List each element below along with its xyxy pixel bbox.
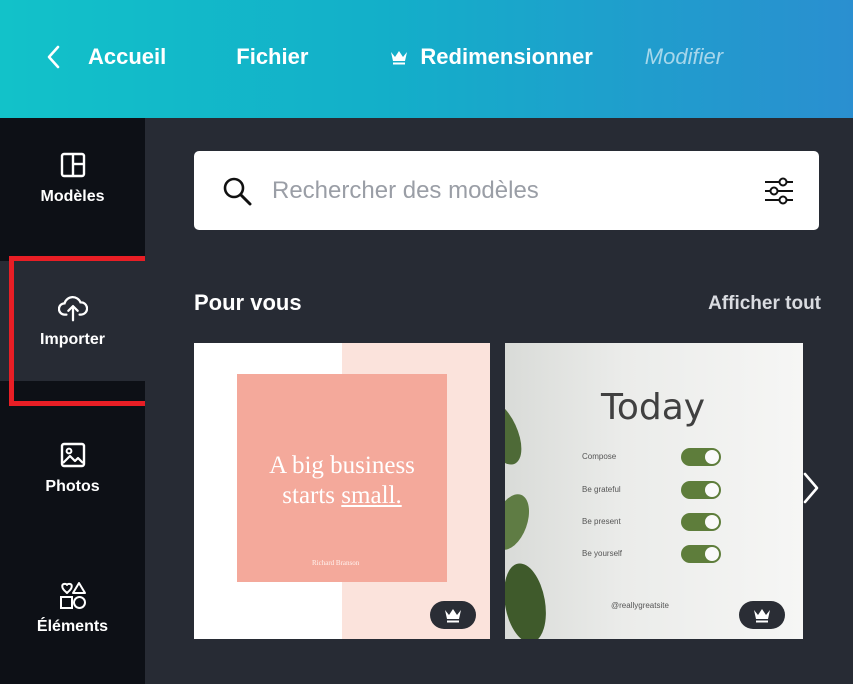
templates-panel: Pour vous Afficher tout A big business s… bbox=[145, 118, 853, 684]
premium-badge bbox=[430, 601, 476, 629]
crown-icon bbox=[390, 49, 408, 65]
resize-menu[interactable]: Redimensionner bbox=[420, 44, 592, 70]
crown-icon bbox=[754, 609, 770, 623]
section-title: Pour vous bbox=[194, 290, 302, 315]
todo-item: Be yourself bbox=[582, 549, 623, 558]
todo-toggle bbox=[681, 448, 721, 466]
todo-toggle bbox=[681, 513, 721, 531]
rail-label: Modèles bbox=[40, 188, 105, 205]
rail-item-elements[interactable]: Éléments bbox=[0, 548, 145, 668]
quote-line: starts small. bbox=[237, 481, 447, 511]
top-menu-bar: Accueil Fichier Redimensionner Modifier bbox=[0, 0, 853, 118]
card-author: Richard Branson bbox=[312, 559, 360, 567]
top-nav: Accueil Fichier Redimensionner Modifier bbox=[40, 44, 723, 70]
todo-toggle bbox=[681, 481, 721, 499]
search-icon bbox=[223, 177, 252, 205]
rail-item-templates[interactable]: Modèles bbox=[0, 118, 145, 238]
card-handle: @reallygreatsite bbox=[611, 601, 669, 610]
premium-badge bbox=[739, 601, 785, 629]
leaf-decoration bbox=[505, 560, 552, 639]
search-bar[interactable] bbox=[194, 151, 819, 230]
quote-line: A big business bbox=[269, 452, 415, 479]
edit-menu[interactable]: Modifier bbox=[645, 44, 723, 70]
shapes-icon bbox=[58, 580, 88, 610]
file-menu[interactable]: Fichier bbox=[236, 44, 308, 70]
todo-item: Be present bbox=[582, 517, 621, 526]
rail-label: Éléments bbox=[36, 618, 109, 635]
home-link[interactable]: Accueil bbox=[88, 44, 166, 70]
quote-text: starts bbox=[282, 482, 342, 509]
card-title: Today bbox=[601, 387, 706, 428]
search-input[interactable] bbox=[272, 176, 722, 205]
sliders-icon[interactable] bbox=[761, 173, 797, 209]
template-card[interactable]: A big business starts small. Richard Bra… bbox=[194, 343, 490, 639]
chevron-left-icon[interactable] bbox=[40, 44, 66, 70]
quote-underlined: small. bbox=[341, 482, 402, 509]
image-icon bbox=[58, 440, 88, 470]
todo-item: Compose bbox=[582, 452, 617, 461]
rail-label: Photos bbox=[45, 478, 100, 495]
rail-item-photos[interactable]: Photos bbox=[0, 408, 145, 528]
chevron-right-icon[interactable] bbox=[799, 468, 823, 508]
layout-icon bbox=[58, 150, 88, 180]
template-card[interactable]: Today Compose Be grateful Be present Be … bbox=[505, 343, 803, 639]
card-quote: A big business starts small. bbox=[237, 451, 447, 511]
see-all-link[interactable]: Afficher tout bbox=[708, 293, 821, 315]
leaf-decoration bbox=[505, 393, 531, 471]
todo-item: Be grateful bbox=[582, 485, 621, 494]
leaf-decoration bbox=[505, 489, 536, 555]
todo-toggle bbox=[681, 545, 721, 563]
crown-icon bbox=[445, 609, 461, 623]
